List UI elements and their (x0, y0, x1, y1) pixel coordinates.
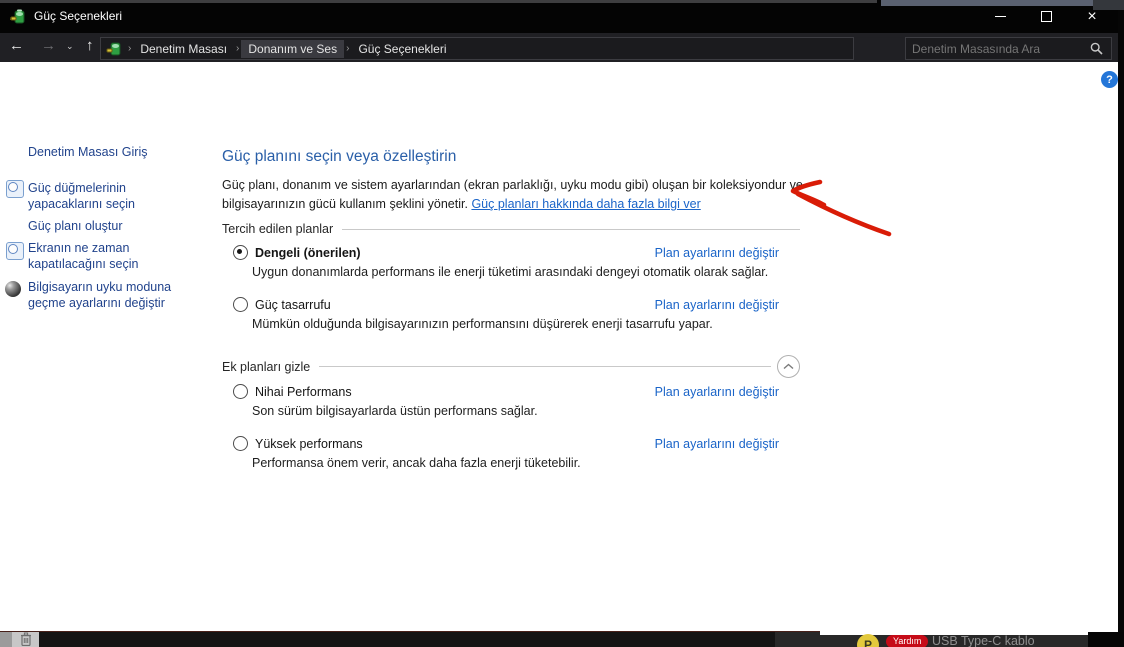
page-title: Güç planını seçin veya özelleştirin (222, 148, 457, 165)
plan-name[interactable]: Yüksek performans (255, 437, 363, 451)
change-plan-settings-link[interactable]: Plan ayarlarını değiştir (655, 437, 779, 451)
plan-name[interactable]: Güç tasarrufu (255, 298, 331, 312)
address-bar[interactable]: › Denetim Masası › Donanım ve Ses › Güç … (100, 37, 854, 60)
power-options-address-icon (106, 42, 121, 55)
desktop-edge (1118, 10, 1124, 632)
up-button[interactable]: ↑ (86, 37, 94, 54)
plan-name[interactable]: Nihai Performans (255, 385, 352, 399)
breadcrumb-power-options[interactable]: Güç Seçenekleri (351, 40, 453, 58)
change-plan-settings-link[interactable]: Plan ayarlarını değiştir (655, 246, 779, 260)
plan-description: Uygun donanımlarda performans ile enerji… (252, 265, 769, 279)
background-window-edge (881, 0, 1093, 6)
change-plan-settings-link[interactable]: Plan ayarlarını değiştir (655, 298, 779, 312)
search-input[interactable] (906, 41, 1090, 56)
plan-description: Performansa önem verir, ancak daha fazla… (252, 456, 581, 470)
radio-ultimate-performance[interactable] (233, 384, 248, 399)
content-area: ? Denetim Masası Giriş Güç düğmelerinin … (0, 62, 1118, 647)
sidebar-item-control-panel-home[interactable]: Denetim Masası Giriş (28, 145, 147, 161)
sidebar-item-screen-off[interactable]: Ekranın ne zaman kapatılacağını seçin (28, 241, 180, 272)
breadcrumb-separator: › (128, 43, 132, 54)
history-dropdown-icon[interactable]: ⌄ (66, 41, 74, 52)
collapse-button[interactable] (777, 355, 800, 378)
navigation-bar: ← → ⌄ ↑ › Denetim Masası › Donanım ve Se… (0, 33, 1124, 86)
breadcrumb-separator: › (236, 43, 240, 54)
maximize-icon (1040, 11, 1052, 22)
power-options-window: Güç Seçenekleri × ← → ⌄ ↑ › Denetim Masa… (0, 0, 1124, 647)
search-box (905, 37, 1112, 60)
chat-item-text: USB Type-C kablo (932, 634, 1035, 647)
plan-description: Mümkün olduğunda bilgisayarınızın perfor… (252, 317, 713, 331)
plan-name[interactable]: Dengeli (önerilen) (255, 246, 361, 260)
preferred-plans-header: Tercih edilen planlar (222, 222, 800, 236)
background-window-edge (0, 0, 877, 3)
sleep-sphere-icon (5, 281, 21, 297)
plan-row-high-performance: Yüksek performans Plan ayarlarını değişt… (222, 436, 779, 451)
display-clock-icon (6, 242, 24, 260)
sidebar-item-sleep-settings[interactable]: Bilgisayarın uyku moduna geçme ayarların… (28, 280, 200, 311)
radio-high-performance[interactable] (233, 436, 248, 451)
power-options-app-icon (10, 9, 25, 24)
minimize-icon (994, 16, 1006, 17)
divider (342, 228, 800, 230)
recycle-bin-button[interactable] (12, 632, 39, 647)
hide-additional-plans-label: Ek planları gizle (222, 359, 311, 374)
back-button[interactable]: ← (9, 37, 24, 54)
trash-icon (20, 632, 31, 646)
breadcrumb-control-panel[interactable]: Denetim Masası (133, 40, 234, 58)
change-plan-settings-link[interactable]: Plan ayarlarını değiştir (655, 385, 779, 399)
more-info-link[interactable]: Güç planları hakkında daha fazla bilgi v… (471, 197, 700, 211)
forward-button[interactable]: → (41, 37, 56, 54)
plan-row-balanced: Dengeli (önerilen) Plan ayarlarını değiş… (222, 245, 779, 260)
background-window-sliver (0, 632, 12, 647)
additional-plans-header: Ek planları gizle (222, 355, 800, 378)
preferred-plans-label: Tercih edilen planlar (222, 222, 334, 236)
plan-row-power-saver: Güç tasarrufu Plan ayarlarını değiştir (222, 297, 779, 312)
chat-help-badge: Yardım (886, 635, 929, 647)
close-icon: × (1087, 7, 1097, 25)
breadcrumb-hardware-sound[interactable]: Donanım ve Ses (241, 39, 345, 58)
sidebar-item-create-plan[interactable]: Güç planı oluştur (28, 219, 123, 235)
sidebar-item-power-buttons[interactable]: Güç düğmelerinin yapacaklarını seçin (28, 181, 173, 212)
taskbar-right (1088, 632, 1124, 647)
radio-power-saver[interactable] (233, 297, 248, 312)
search-icon[interactable] (1090, 42, 1103, 55)
plan-description: Son sürüm bilgisayarlarda üstün performa… (252, 404, 538, 418)
radio-balanced[interactable] (233, 245, 248, 260)
help-button[interactable]: ? (1101, 71, 1118, 88)
window-title: Güç Seçenekleri (34, 9, 123, 23)
chevron-up-icon (783, 363, 794, 370)
background-window-corner (1093, 0, 1124, 10)
intro-paragraph: Güç planı, donanım ve sistem ayarlarında… (222, 176, 807, 214)
screen-timeout-icon (6, 180, 24, 198)
plan-row-ultimate: Nihai Performans Plan ayarlarını değişti… (222, 384, 779, 399)
breadcrumb-separator: › (346, 43, 350, 54)
divider (319, 366, 771, 367)
